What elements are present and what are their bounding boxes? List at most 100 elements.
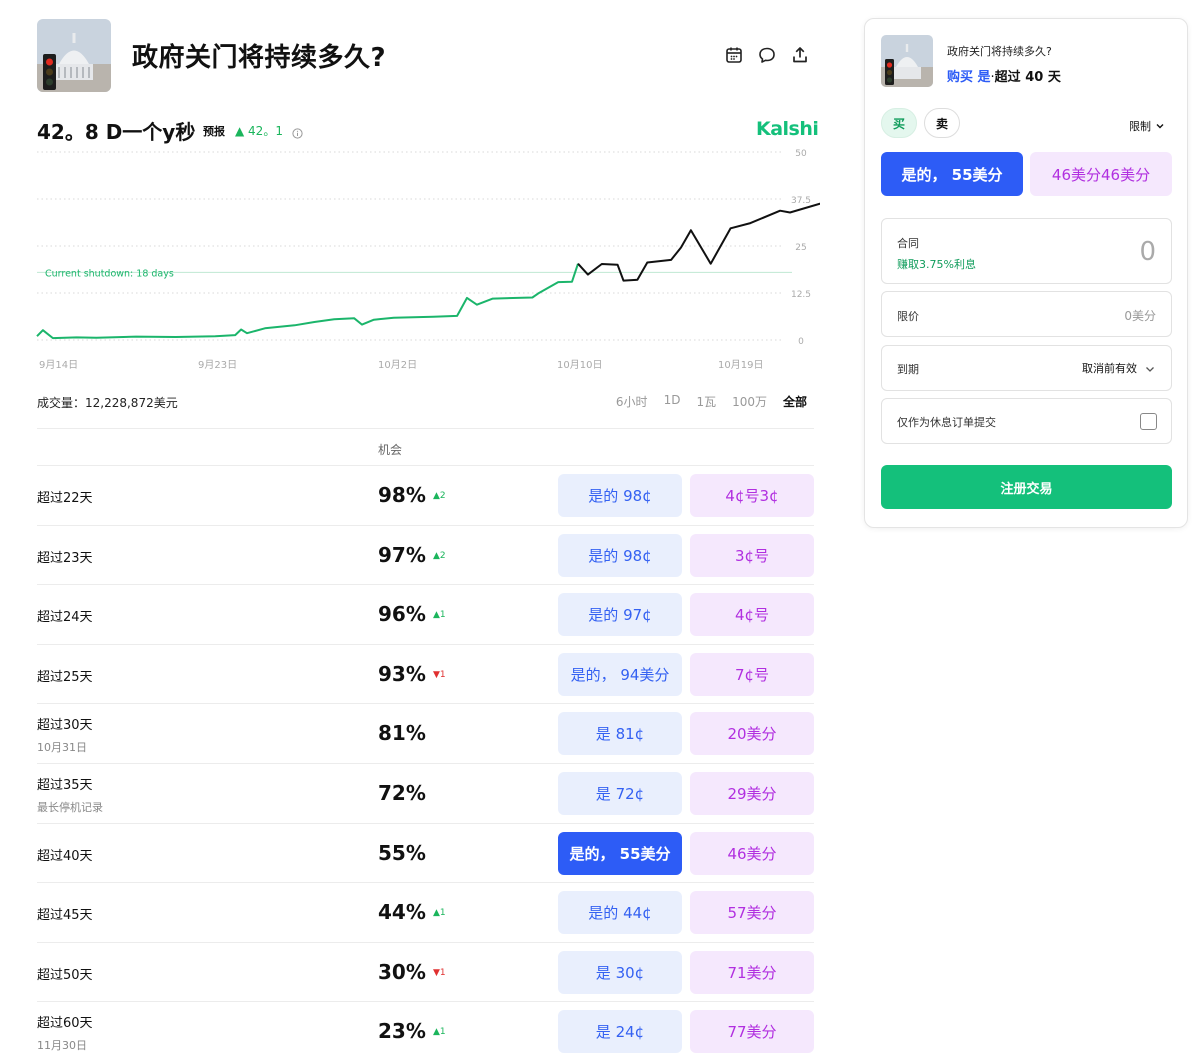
buy-no-button[interactable]: 20美分 [690, 712, 814, 756]
trading-volume: 成交量：12,228,872美元 [37, 396, 178, 410]
buy-no-button[interactable]: 4¢号3¢ [690, 474, 814, 517]
yes-outcome-button[interactable]: 是的， 55美分 [881, 152, 1023, 196]
buy-no-button[interactable]: 3¢号 [690, 533, 814, 577]
row-change: ▲2 [433, 550, 446, 561]
limit-price-input[interactable]: 0美分 [1124, 307, 1156, 324]
table-row[interactable]: 超过25天 93% ▼1 是的， 94美分 7¢号 [37, 645, 814, 705]
buy-no-button[interactable]: 77美分 [690, 1010, 814, 1054]
range-tab[interactable]: 1D [664, 393, 681, 410]
range-tab[interactable]: 6小时 [616, 393, 648, 410]
table-row[interactable]: 超过40天 55% 是的， 55美分 46美分 [37, 824, 814, 884]
contracts-field[interactable]: 合同 赚取3.75%利息 0 [881, 218, 1172, 284]
buy-yes-button[interactable]: 是 72¢ [558, 772, 682, 815]
row-label: 超过40天 [37, 848, 93, 864]
forecast-change: ▲ 42。1 [235, 124, 283, 138]
chance-column-header: 机会 [378, 443, 403, 457]
range-tab[interactable]: 全部 [783, 393, 807, 410]
y-tick-label: 37.5 [791, 196, 811, 206]
trade-panel: 政府关门将持续多久? 购买 是·超过 40 天 买 卖 限制 是的， 55美分 … [864, 18, 1188, 528]
submit-trade-button[interactable]: 注册交易 [881, 465, 1172, 509]
buy-yes-button[interactable]: 是的 98¢ [558, 474, 682, 517]
buy-no-button[interactable]: 57美分 [690, 891, 814, 935]
y-tick-label: 12.5 [791, 290, 811, 300]
comment-icon[interactable] [757, 45, 777, 65]
table-row[interactable]: 超过35天 最长停机记录 72% 是 72¢ 29美分 [37, 764, 814, 824]
buy-no-button[interactable]: 7¢号 [690, 652, 814, 696]
row-chance: 44% [378, 900, 426, 925]
row-change: ▲2 [433, 491, 446, 501]
chevron-down-icon [1156, 124, 1164, 129]
expiry-field[interactable]: 到期 取消前有效 [881, 345, 1172, 391]
rest-only-label: 仅作为休息订单提交 [897, 416, 996, 429]
row-sublabel: 11月30日 [37, 1039, 87, 1053]
no-outcome-button[interactable]: 46美分46美分 [1030, 152, 1172, 196]
y-tick-label: 50 [795, 149, 807, 159]
forecast-chart-svg: 50 37.5 25 12.5 0 Current shutdown: 18 days 9月… [36, 149, 820, 371]
limit-price-label: 限价 [897, 310, 919, 323]
table-row[interactable]: 超过30天 10月31日 81% 是 81¢ 20美分 [37, 704, 814, 764]
table-row[interactable]: 超过23天 97% ▲2 是的 98¢ 3¢号 [37, 526, 814, 586]
range-tab[interactable]: 1瓦 [696, 393, 716, 410]
x-tick-label: 9月23日 [198, 359, 237, 371]
buy-yes-button[interactable]: 是 30¢ [558, 950, 682, 994]
row-label: 超过60天 [37, 1016, 93, 1032]
contracts-label: 合同 [897, 237, 919, 250]
row-chance: 97% [378, 542, 426, 567]
buy-yes-button[interactable]: 是的 97¢ [558, 593, 682, 637]
buy-yes-button[interactable]: 是的 44¢ [558, 891, 682, 935]
row-change: ▲1 [433, 610, 446, 621]
buy-yes-button[interactable]: 是的， 94美分 [558, 652, 682, 696]
range-tab[interactable]: 100万 [732, 393, 767, 410]
table-row[interactable]: 超过22天 98% ▲2 是的 98¢ 4¢号3¢ [37, 466, 814, 526]
buy-yes-button[interactable]: 是 24¢ [558, 1010, 682, 1054]
kalshi-logo: Kalshi [756, 118, 819, 140]
forecast-chart: 50 37.5 25 12.5 0 Current shutdown: 18 days 9月… [30, 140, 820, 380]
table-row[interactable]: 超过60天 11月30日 23% ▲1 是 24¢ 77美分 [37, 1002, 814, 1059]
row-chance: 96% [378, 602, 426, 627]
row-change: ▼1 [433, 669, 446, 680]
sell-tab[interactable]: 卖 [924, 108, 961, 138]
row-label: 超过22天 [37, 491, 93, 506]
buy-no-button[interactable]: 71美分 [690, 950, 814, 994]
buy-tab[interactable]: 买 [881, 108, 918, 138]
buy-yes-button[interactable]: 是 81¢ [558, 712, 682, 756]
panel-selection: 购买 是·超过 40 天 [947, 66, 1061, 85]
x-tick-label: 10月10日 [557, 359, 602, 371]
row-change: ▲1 [433, 1027, 446, 1038]
row-label: 超过25天 [37, 669, 93, 685]
info-icon[interactable] [292, 124, 303, 139]
buy-yes-button[interactable]: 是的， 55美分 [558, 831, 682, 875]
share-icon[interactable] [790, 45, 810, 65]
buy-yes-button[interactable]: 是的 98¢ [558, 533, 682, 577]
panel-market-title: 政府关门将持续多久? [947, 45, 1052, 58]
table-divider [37, 428, 814, 429]
row-change: ▼1 [433, 967, 446, 978]
calendar-icon[interactable] [724, 45, 744, 65]
limit-price-field[interactable]: 限价 0美分 [881, 291, 1172, 337]
row-chance: 55% [378, 840, 426, 865]
series-line [577, 202, 820, 282]
market-title: 政府关门将持续多久? [132, 43, 387, 73]
order-type-dropdown[interactable]: 限制 [1129, 118, 1165, 134]
contracts-input[interactable]: 0 [1139, 237, 1156, 267]
row-change: ▲1 [433, 908, 446, 919]
order-type-label: 限制 [1129, 120, 1151, 133]
row-sublabel: 10月31日 [37, 741, 87, 755]
panel-buy-yes: 购买 是 [947, 70, 991, 85]
table-row[interactable]: 超过24天 96% ▲1 是的 97¢ 4¢号 [37, 585, 814, 645]
row-label: 超过45天 [37, 908, 93, 924]
row-label: 超过24天 [37, 610, 93, 626]
x-tick-label: 10月2日 [378, 359, 417, 371]
expiry-select[interactable]: 取消前有效 [1082, 360, 1137, 376]
buy-no-button[interactable]: 46美分 [690, 831, 814, 875]
y-tick-label: 0 [798, 337, 804, 347]
table-row[interactable]: 超过50天 30% ▼1 是 30¢ 71美分 [37, 943, 814, 1003]
table-row[interactable]: 超过45天 44% ▲1 是的 44¢ 57美分 [37, 883, 814, 943]
buy-no-button[interactable]: 4¢号 [690, 593, 814, 637]
row-label: 超过30天 [37, 718, 93, 734]
panel-thumbnail [881, 35, 933, 87]
buy-no-button[interactable]: 29美分 [690, 772, 814, 815]
rest-only-checkbox[interactable] [1140, 413, 1157, 430]
range-tabs: 6小时 1D 1瓦 100万 全部 [616, 393, 807, 410]
reference-line-label: Current shutdown: 18 days [45, 268, 174, 279]
